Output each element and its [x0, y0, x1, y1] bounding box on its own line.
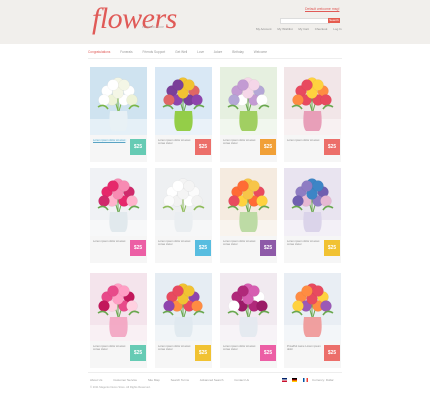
price-badge: $25	[260, 345, 276, 361]
product-description[interactable]: Lorem ipsum dolor sit amet conse ctetur	[158, 345, 192, 352]
nav-item-adore[interactable]: Adore	[214, 50, 223, 54]
nav-divider	[88, 58, 342, 59]
search-input[interactable]	[280, 18, 330, 24]
copyright: © 2011 Magento Demo Store. All Rights Re…	[90, 386, 151, 389]
price-badge: $25	[324, 345, 340, 361]
header: flowers FLOWER SHOP Default welcome msg!…	[0, 0, 430, 44]
product-description[interactable]: Lorem ipsum dolor sit amet conse ctetur	[158, 240, 192, 247]
product-image[interactable]	[220, 168, 277, 236]
footer-link-customer-service[interactable]: Customer Service	[113, 378, 137, 382]
footer-link-site-map[interactable]: Site Map	[148, 378, 160, 382]
product-image[interactable]	[284, 273, 341, 341]
product-card[interactable]: Lorem ipsum dolor sit amet $25	[90, 67, 147, 162]
tagline: FLOWER SHOP	[142, 25, 165, 29]
search-button[interactable]: Search	[328, 18, 340, 23]
footer-link-search-terms[interactable]: Search Terms	[171, 378, 189, 382]
main-nav: Congratulations Funerals Friends Support…	[88, 48, 342, 56]
product-image[interactable]	[155, 273, 212, 341]
welcome-link[interactable]: Default welcome msg!	[305, 7, 339, 11]
footer: About Us Customer Service Site Map Searc…	[88, 372, 342, 393]
product-card[interactable]: Lorem ipsum dolor sit amet $25	[90, 168, 147, 263]
product-card[interactable]: Lorem ipsum dolor sit amet $25	[284, 67, 341, 162]
login-link[interactable]: Log In	[333, 27, 341, 31]
product-image[interactable]	[220, 67, 277, 135]
product-image[interactable]	[90, 273, 147, 341]
product-description[interactable]: Lorem ipsum dolor sit amet conse ctetur	[223, 139, 257, 146]
product-card[interactable]: Lorem ipsum dolor sit amet conse ctetur $…	[220, 273, 277, 368]
price-badge: $25	[195, 240, 211, 256]
my-account-link[interactable]: My Account	[256, 27, 272, 31]
nav-item-funerals[interactable]: Funerals	[120, 50, 132, 54]
footer-link-about[interactable]: About Us	[90, 378, 102, 382]
page: flowers FLOWER SHOP Default welcome msg!…	[0, 0, 430, 402]
product-image[interactable]	[90, 168, 147, 236]
product-description[interactable]: Lorem ipsum dolor sit amet conse ctetur	[223, 240, 257, 247]
product-image[interactable]	[284, 67, 341, 135]
product-card[interactable]: Lorem ipsum dolor sit amet conse ctetur $…	[90, 273, 147, 368]
nav-item-birthday[interactable]: Birthday	[232, 50, 244, 54]
account-links: My Account My Wishlist My Cart Checkout …	[256, 27, 347, 31]
price-badge: $25	[324, 139, 340, 155]
product-card[interactable]: Lorem ipsum dolor sit amet conse ctetur $…	[220, 168, 277, 263]
price-badge: $25	[260, 240, 276, 256]
footer-link-advanced-search[interactable]: Advanced Search	[200, 378, 224, 382]
nav-item-congratulations[interactable]: Congratulations	[88, 50, 110, 54]
nav-item-welcome[interactable]: Welcome	[254, 50, 267, 54]
product-image[interactable]	[220, 273, 277, 341]
currency-select[interactable]: Currency: Dollar	[312, 378, 334, 382]
product-description[interactable]: Lorem ipsum dolor sit amet conse ctetur	[287, 240, 321, 247]
product-image[interactable]	[90, 67, 147, 135]
flag-en-icon[interactable]	[282, 378, 287, 382]
product-description[interactable]: Proudful name Lorem ipsum dolor	[287, 345, 321, 352]
product-description[interactable]: Lorem ipsum dolor sit amet	[287, 139, 321, 142]
price-badge: $25	[195, 345, 211, 361]
product-description[interactable]: Lorem ipsum dolor sit amet conse ctetur	[93, 345, 127, 352]
flag-de-icon[interactable]	[292, 378, 298, 382]
price-badge: $25	[130, 240, 146, 256]
footer-links: About Us Customer Service Site Map Searc…	[90, 378, 259, 382]
product-card[interactable]: Lorem ipsum dolor sit amet conse ctetur $…	[155, 168, 212, 263]
product-grid: Lorem ipsum dolor sit amet $25 Lorem ipsum…	[90, 67, 342, 368]
product-description[interactable]: Lorem ipsum dolor sit amet	[93, 240, 127, 243]
product-image[interactable]	[155, 168, 212, 236]
language-flags	[282, 378, 309, 382]
product-description[interactable]: Lorem ipsum dolor sit amet conse ctetur	[223, 345, 257, 352]
product-card[interactable]: Proudful name Lorem ipsum dolor $25	[284, 273, 341, 368]
product-description[interactable]: Lorem ipsum dolor sit amet conse ctetur	[158, 139, 192, 146]
price-badge: $25	[195, 139, 211, 155]
product-card[interactable]: Lorem ipsum dolor sit amet conse ctetur $…	[220, 67, 277, 162]
logo[interactable]: flowers	[92, 4, 177, 34]
nav-item-love[interactable]: Love	[197, 50, 204, 54]
my-cart-link[interactable]: My Cart	[298, 27, 309, 31]
price-badge: $25	[324, 240, 340, 256]
price-badge: $25	[130, 345, 146, 361]
product-card[interactable]: Lorem ipsum dolor sit amet conse ctetur $…	[284, 168, 341, 263]
price-badge: $25	[260, 139, 276, 155]
checkout-link[interactable]: Checkout	[315, 27, 328, 31]
product-image[interactable]	[284, 168, 341, 236]
product-description[interactable]: Lorem ipsum dolor sit amet	[93, 139, 127, 143]
footer-link-contact[interactable]: Contact Us	[234, 378, 249, 382]
nav-item-friends-support[interactable]: Friends Support	[143, 50, 166, 54]
product-card[interactable]: Lorem ipsum dolor sit amet conse ctetur $…	[155, 67, 212, 162]
product-image[interactable]	[155, 67, 212, 135]
nav-item-get-well[interactable]: Get Well	[175, 50, 187, 54]
flag-fr-icon[interactable]	[302, 378, 308, 382]
product-card[interactable]: Lorem ipsum dolor sit amet conse ctetur $…	[155, 273, 212, 368]
price-badge: $25	[130, 139, 146, 155]
my-wishlist-link[interactable]: My Wishlist	[277, 27, 292, 31]
